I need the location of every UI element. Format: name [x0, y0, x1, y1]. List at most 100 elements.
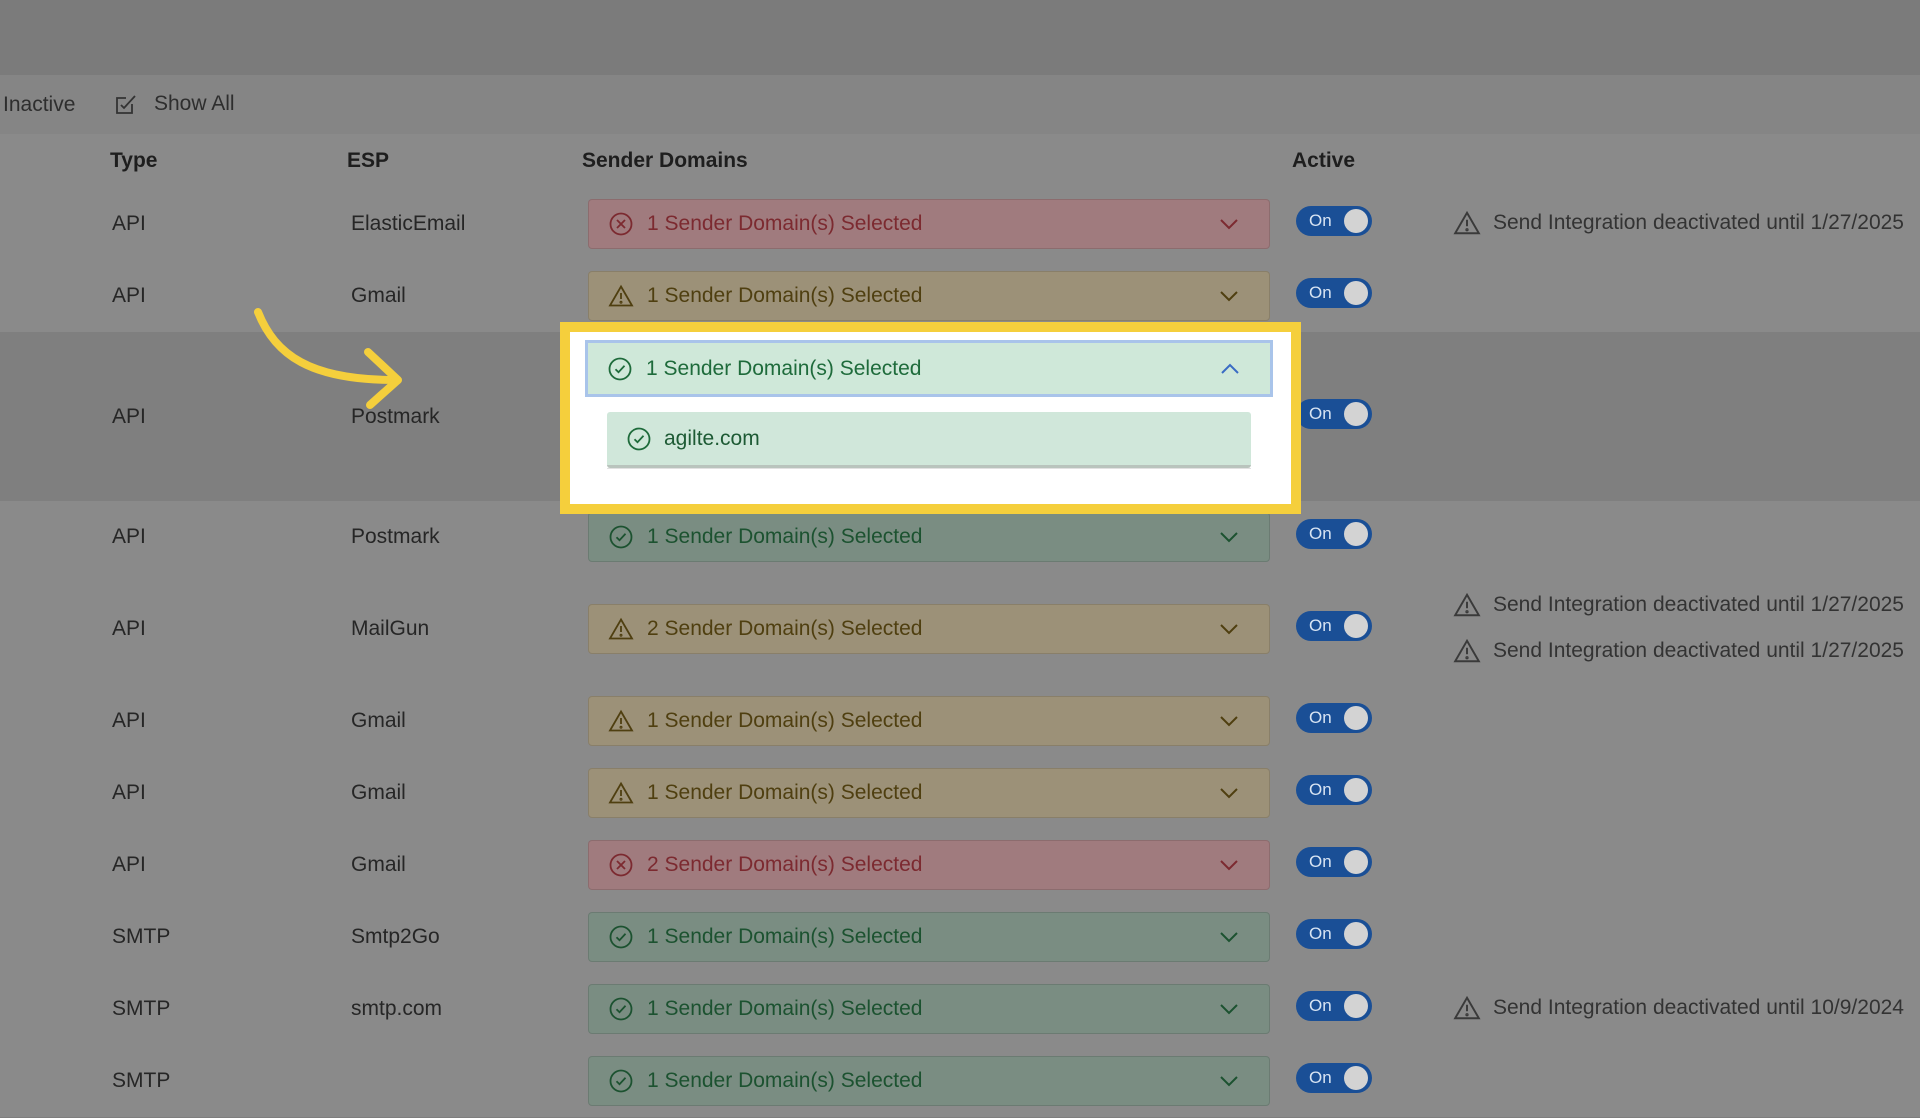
warning-triangle-icon: [1453, 592, 1481, 617]
sender-domains-dropdown-open[interactable]: 1 Sender Domain(s) Selected: [585, 340, 1273, 397]
dropdown-label: 2 Sender Domain(s) Selected: [647, 853, 923, 876]
active-toggle[interactable]: On: [1296, 206, 1372, 236]
sender-domains-dropdown[interactable]: 1 Sender Domain(s) Selected: [588, 768, 1270, 818]
cell-esp: Smtp2Go: [351, 925, 440, 948]
show-all-filter[interactable]: Show All: [112, 90, 235, 118]
active-toggle[interactable]: On: [1296, 278, 1372, 308]
sender-domains-dropdown[interactable]: 2 Sender Domain(s) Selected: [588, 604, 1270, 654]
table-row: SMTP Smtp2Go 1 Sender Domain(s) Selected On: [0, 901, 1920, 974]
active-toggle[interactable]: On: [1296, 991, 1372, 1021]
active-toggle[interactable]: On: [1296, 611, 1372, 641]
cell-type: API: [112, 404, 146, 428]
filter-bar: Inactive Show All: [0, 75, 1920, 135]
toggle-label: On: [1309, 1068, 1332, 1087]
warning-triangle-icon: [1453, 995, 1481, 1020]
toggle-knob: [1344, 850, 1368, 874]
toggle-label: On: [1309, 283, 1332, 302]
cell-esp: Gmail: [351, 709, 406, 732]
column-header-sender-domains[interactable]: Sender Domains: [582, 149, 748, 173]
sender-domains-dropdown[interactable]: 2 Sender Domain(s) Selected: [588, 840, 1270, 890]
deactivation-warning: Send Integration deactivated until 1/27/…: [1453, 209, 1904, 237]
dropdown-label: 1 Sender Domain(s) Selected: [647, 284, 923, 307]
check-circle-icon: [609, 925, 633, 949]
dropdown-label: 1 Sender Domain(s) Selected: [647, 709, 923, 732]
cell-esp: smtp.com: [351, 997, 443, 1020]
sender-domains-dropdown[interactable]: 1 Sender Domain(s) Selected: [588, 512, 1270, 562]
table-row: API Gmail 1 Sender Domain(s) Selected On: [0, 757, 1920, 830]
chevron-down-icon[interactable]: [1217, 1069, 1241, 1093]
x-circle-icon: [609, 212, 633, 236]
chevron-down-icon[interactable]: [1217, 212, 1241, 236]
table-row: API Gmail 1 Sender Domain(s) Selected On: [0, 685, 1920, 758]
chevron-up-icon[interactable]: [1218, 357, 1242, 381]
deactivation-warning: Send Integration deactivated until 1/27/…: [1453, 591, 1904, 619]
warning-text: Send Integration deactivated until 1/27/…: [1493, 639, 1904, 662]
sender-domains-dropdown[interactable]: 1 Sender Domain(s) Selected: [588, 984, 1270, 1034]
active-toggle[interactable]: On: [1296, 919, 1372, 949]
top-bar: [0, 0, 1920, 75]
column-header-type[interactable]: Type: [110, 149, 157, 173]
toggle-knob: [1344, 401, 1368, 426]
chevron-down-icon[interactable]: [1217, 525, 1241, 549]
chevron-down-icon[interactable]: [1217, 853, 1241, 877]
cell-type: API: [112, 617, 146, 640]
dropdown-label: 1 Sender Domain(s) Selected: [647, 997, 923, 1020]
sender-domains-dropdown[interactable]: 1 Sender Domain(s) Selected: [588, 912, 1270, 962]
dropdown-option[interactable]: agilte.com: [607, 412, 1251, 468]
column-header-esp[interactable]: ESP: [347, 149, 389, 173]
sender-domains-dropdown[interactable]: 1 Sender Domain(s) Selected: [588, 696, 1270, 746]
warning-triangle-icon: [608, 617, 634, 640]
toggle-label: On: [1309, 996, 1332, 1015]
table-row: API MailGun 2 Sender Domain(s) Selected On S…: [0, 573, 1920, 686]
check-circle-icon: [609, 1069, 633, 1093]
chevron-down-icon[interactable]: [1217, 284, 1241, 308]
warning-triangle-icon: [608, 781, 634, 804]
cell-esp: ElasticEmail: [351, 212, 466, 235]
chevron-down-icon[interactable]: [1217, 997, 1241, 1021]
toggle-knob: [1344, 209, 1368, 233]
chevron-down-icon[interactable]: [1217, 709, 1241, 733]
toggle-knob: [1344, 778, 1368, 802]
dropdown-label: 1 Sender Domain(s) Selected: [647, 1069, 923, 1092]
active-toggle[interactable]: On: [1296, 847, 1372, 877]
sender-domains-dropdown[interactable]: 1 Sender Domain(s) Selected: [588, 199, 1270, 249]
table-row: SMTP smtp.com 1 Sender Domain(s) Selected O…: [0, 973, 1920, 1046]
cell-type: API: [112, 781, 146, 804]
warning-text: Send Integration deactivated until 10/9/…: [1493, 996, 1904, 1019]
cell-type: API: [112, 525, 146, 548]
cell-type: SMTP: [112, 1069, 171, 1092]
toggle-knob: [1344, 614, 1368, 638]
active-toggle[interactable]: On: [1296, 703, 1372, 733]
cell-type: API: [112, 284, 146, 307]
chevron-down-icon[interactable]: [1217, 781, 1241, 805]
warning-triangle-icon: [608, 709, 634, 732]
toggle-label: On: [1309, 211, 1332, 230]
sender-domains-dropdown[interactable]: 1 Sender Domain(s) Selected: [588, 271, 1270, 321]
toggle-label: On: [1309, 852, 1332, 871]
deactivation-warning: Send Integration deactivated until 10/9/…: [1453, 994, 1904, 1022]
cell-type: API: [112, 212, 146, 235]
warning-triangle-icon: [608, 284, 634, 307]
chevron-down-icon[interactable]: [1217, 925, 1241, 949]
warning-text: Send Integration deactivated until 1/27/…: [1493, 211, 1904, 234]
option-label: agilte.com: [664, 426, 760, 450]
active-toggle[interactable]: On: [1296, 1063, 1372, 1093]
toggle-label: On: [1309, 403, 1332, 423]
column-header-active[interactable]: Active: [1292, 149, 1355, 173]
sender-domains-dropdown[interactable]: 1 Sender Domain(s) Selected: [588, 1056, 1270, 1106]
toggle-knob: [1344, 706, 1368, 730]
table-row: SMTP 1 Sender Domain(s) Selected On: [0, 1045, 1920, 1118]
check-circle-icon: [609, 997, 633, 1021]
dropdown-label: 1 Sender Domain(s) Selected: [647, 525, 923, 548]
check-circle-icon: [627, 427, 651, 450]
cell-esp: Gmail: [351, 853, 406, 876]
cell-esp: MailGun: [351, 617, 430, 640]
cell-type: API: [112, 709, 146, 732]
chevron-down-icon[interactable]: [1217, 617, 1241, 641]
filter-inactive[interactable]: Inactive: [3, 93, 75, 117]
active-toggle[interactable]: On: [1296, 775, 1372, 805]
active-toggle[interactable]: On: [1296, 519, 1372, 549]
x-circle-icon: [609, 853, 633, 877]
active-toggle[interactable]: On: [1296, 398, 1372, 429]
check-circle-icon: [609, 525, 633, 549]
